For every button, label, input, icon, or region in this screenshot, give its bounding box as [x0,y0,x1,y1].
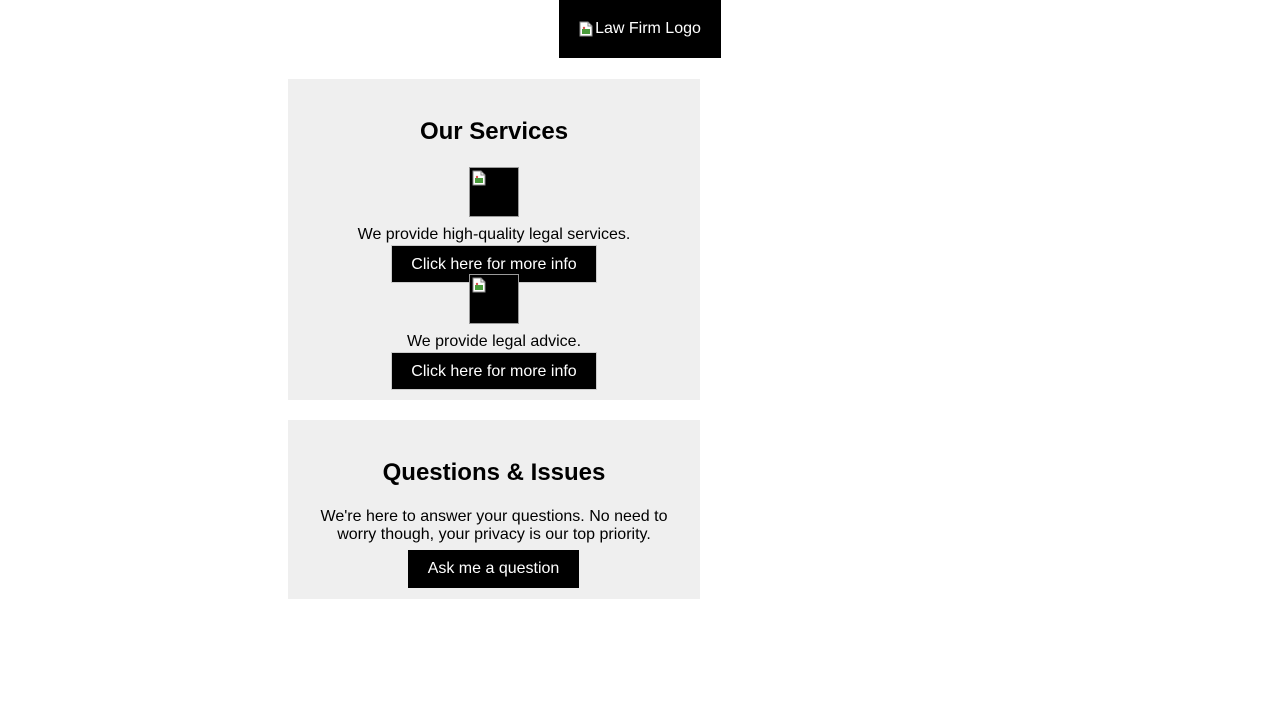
service-image-1 [469,167,519,217]
questions-section: Questions & Issues We're here to answer … [288,420,700,599]
page: Law Firm Logo Our Services We provide hi… [0,0,1280,720]
law-firm-logo[interactable]: Law Firm Logo [559,0,721,58]
broken-image-icon [472,277,486,293]
service-description-2: We provide legal advice. [406,333,582,350]
questions-title: Questions & Issues [382,459,606,486]
questions-description: We're here to answer your questions. No … [320,508,668,543]
service-description-1: We provide high-quality legal services. [357,226,631,243]
services-title: Our Services [419,118,569,145]
service-more-info-button-2[interactable]: Click here for more info [391,352,597,390]
services-section: Our Services We provide high-quality leg… [288,79,700,400]
broken-image-icon [579,21,593,37]
ask-question-button[interactable]: Ask me a question [408,550,579,588]
broken-image-icon [472,170,486,186]
service-image-2 [469,274,519,324]
logo-alt-text: Law Firm Logo [595,20,701,37]
